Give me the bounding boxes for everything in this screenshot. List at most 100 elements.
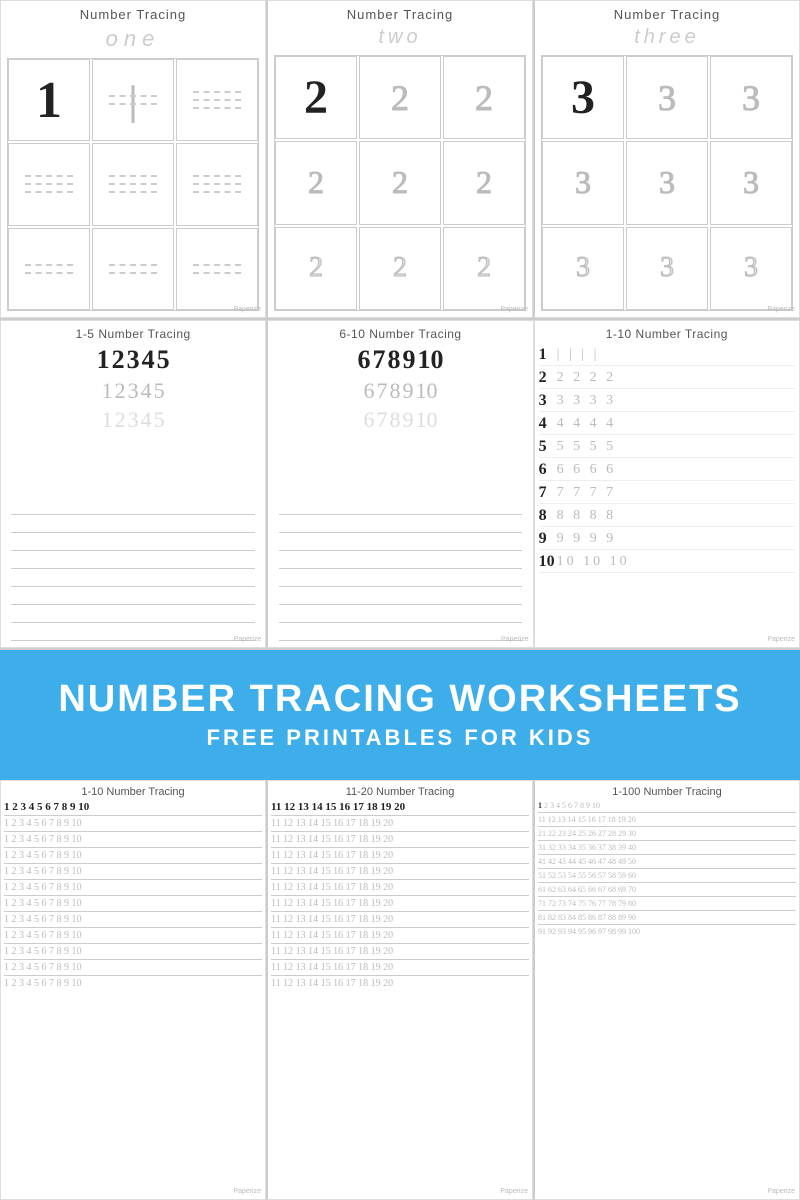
bottom-card-1-100: 1-100 Number Tracing 1 2 3 4 5 6 7 8 9 1… xyxy=(533,780,800,1200)
rd2-3: 3 xyxy=(128,407,139,433)
bottom-title-1-100: 1-100 Number Tracing xyxy=(538,786,796,798)
rd2-2: 2 xyxy=(115,407,126,433)
dline-2 xyxy=(109,103,157,105)
dashed-lines-2 xyxy=(193,91,241,109)
hrow-8: 71 72 73 74 75 76 77 78 79 80 xyxy=(538,899,796,908)
card-three-subtitle: three xyxy=(634,26,700,49)
watermark-6-10: Paperize xyxy=(501,636,529,643)
range-card-1-10-rows: 1-10 Number Tracing 1 | | | | 2 2 2 2 2 … xyxy=(534,320,800,648)
number-two-d1: 2 xyxy=(391,77,409,119)
card-one-title: Number Tracing xyxy=(80,7,186,22)
dashed-lines-1 xyxy=(109,95,157,105)
range-row-bold-6-10: 6 7 8 9 10 xyxy=(357,345,443,375)
grid-cell-one-r3c1 xyxy=(8,228,90,310)
card-two-subtitle: two xyxy=(378,26,421,49)
num-row-10: 10 10 10 10 xyxy=(539,552,795,573)
card-two-title: Number Tracing xyxy=(347,7,453,22)
range-title-1-10-rows: 1-10 Number Tracing xyxy=(539,327,795,341)
rd2-1: 1 xyxy=(102,407,113,433)
bottom-card-11-20: 11-20 Number Tracing 11 12 13 14 15 16 1… xyxy=(266,780,533,1200)
watermark-11-20: Paperize xyxy=(500,1188,528,1195)
bottom-section: 1-10 Number Tracing 1 2 3 4 5 6 7 8 9 10… xyxy=(0,780,800,1200)
hrow-6: 51 52 53 54 55 56 57 58 59 60 xyxy=(538,871,796,880)
grid-cell-three-r3c1: 3 xyxy=(542,227,624,310)
range-row-bold-1-5: 1 2 3 4 5 xyxy=(97,345,170,375)
grid-cell-two-r2c1: 2 xyxy=(275,141,357,224)
watermark-bottom-1-10: Paperize xyxy=(233,1188,261,1195)
worksheet-one: Number Tracing one 1 | xyxy=(0,0,266,318)
range-title-1-5: 1-5 Number Tracing xyxy=(76,327,191,341)
range-row-dashed1-6-10: 6 7 8 9 10 xyxy=(363,378,437,404)
rd-3: 3 xyxy=(128,378,139,404)
bottom-title-1-10: 1-10 Number Tracing xyxy=(4,786,262,798)
hrow-1: 1 2 3 4 5 6 7 8 9 10 xyxy=(538,801,796,810)
grid-cell-two-d2: 2 xyxy=(443,56,525,139)
hrow-9: 81 82 83 84 85 86 87 88 89 90 xyxy=(538,913,796,922)
watermark-two: Paperize xyxy=(500,306,528,313)
hrow-4: 31 32 33 34 35 36 37 38 39 40 xyxy=(538,843,796,852)
grid-cell-one-r2c1 xyxy=(8,143,90,225)
tracing-grid-three: 3 3 3 3 3 3 3 xyxy=(541,55,793,311)
banner-subtitle: FREE PRINTABLES FOR KIDS xyxy=(207,725,594,751)
brow-2: 1 2 3 4 5 6 7 8 9 10 xyxy=(4,818,262,829)
grid-cell-one-r2c2 xyxy=(92,143,174,225)
rd-2: 2 xyxy=(115,378,126,404)
card-three-title: Number Tracing xyxy=(614,7,720,22)
hrow-5: 41 42 43 44 45 46 47 48 49 50 xyxy=(538,857,796,866)
grid-cell-three-solid: 3 xyxy=(542,56,624,139)
banner-section: NUMBER TRACING WORKSHEETS FREE PRINTABLE… xyxy=(0,650,800,780)
number-two-d2: 2 xyxy=(475,77,493,119)
bottom-card-1-10: 1-10 Number Tracing 1 2 3 4 5 6 7 8 9 10… xyxy=(0,780,266,1200)
range-row-dashed2-6-10: 6 7 8 9 10 xyxy=(363,407,437,433)
middle-section: 1-5 Number Tracing 1 2 3 4 5 1 2 3 4 5 1… xyxy=(0,320,800,650)
banner-title: NUMBER TRACING WORKSHEETS xyxy=(58,679,741,721)
rd-1: 1 xyxy=(102,378,113,404)
grid-cell-one-r3c3 xyxy=(176,228,258,310)
number-two-solid: 2 xyxy=(304,70,328,125)
grid-cell-three-r2c1: 3 xyxy=(542,141,624,224)
bottom-title-11-20: 11-20 Number Tracing xyxy=(271,786,529,798)
range-card-6-10: 6-10 Number Tracing 6 7 8 9 10 6 7 8 9 1… xyxy=(266,320,533,648)
grid-cell-one-r3c2 xyxy=(92,228,174,310)
number-three-d1: 3 xyxy=(658,77,676,119)
rd-4: 4 xyxy=(141,378,152,404)
hrow-3: 21 22 23 24 25 26 27 28 29 30 xyxy=(538,829,796,838)
top-section: Number Tracing one 1 | xyxy=(0,0,800,320)
watermark-one: Paperize xyxy=(233,306,261,313)
grid-cell-two-solid: 2 xyxy=(275,56,357,139)
hrow-2: 11 12 13 14 15 16 17 18 19 20 xyxy=(538,815,796,824)
card-one-subtitle: one xyxy=(106,26,161,52)
dashed-lines-3 xyxy=(25,175,73,193)
grid-cell-one-d1: | xyxy=(92,59,174,141)
dline-1 xyxy=(109,95,157,97)
grid-cell-two-r2c3: 2 xyxy=(443,141,525,224)
grid-cell-three-r3c3: 3 xyxy=(710,227,792,310)
rd-5: 5 xyxy=(154,378,165,404)
range-row-dashed2-1-5: 1 2 3 4 5 xyxy=(102,407,165,433)
rd2-4: 4 xyxy=(141,407,152,433)
num-row-2: 2 2 2 2 2 xyxy=(539,368,795,389)
grid-cell-two-r2c2: 2 xyxy=(359,141,441,224)
grid-cell-two-r3c3: 2 xyxy=(443,227,525,310)
num-row-5: 5 5 5 5 5 xyxy=(539,437,795,458)
practice-lines-6-10 xyxy=(279,440,523,641)
tracing-grid-two: 2 2 2 2 2 2 2 xyxy=(274,55,526,311)
watermark-1-5: Paperize xyxy=(234,636,262,643)
number-three-solid: 3 xyxy=(571,70,595,125)
grid-cell-three-r2c3: 3 xyxy=(710,141,792,224)
worksheet-three: Number Tracing three 3 3 3 3 3 xyxy=(533,0,800,318)
num-row-8: 8 8 8 8 8 xyxy=(539,506,795,527)
grid-cell-two-r3c2: 2 xyxy=(359,227,441,310)
num-row-3: 3 3 3 3 3 xyxy=(539,391,795,412)
range-card-1-5: 1-5 Number Tracing 1 2 3 4 5 1 2 3 4 5 1… xyxy=(0,320,266,648)
range-row-dashed1-1-5: 1 2 3 4 5 xyxy=(102,378,165,404)
rn-4: 4 xyxy=(142,345,155,375)
num-row-9: 9 9 9 9 9 xyxy=(539,529,795,550)
grid-cell-three-d2: 3 xyxy=(710,56,792,139)
rn-3: 3 xyxy=(127,345,140,375)
grid-cell-three-r2c2: 3 xyxy=(626,141,708,224)
dline-4 xyxy=(193,99,241,101)
grid-cell-one-solid: 1 xyxy=(8,59,90,141)
grid-cell-three-d1: 3 xyxy=(626,56,708,139)
grid-cell-three-r3c2: 3 xyxy=(626,227,708,310)
